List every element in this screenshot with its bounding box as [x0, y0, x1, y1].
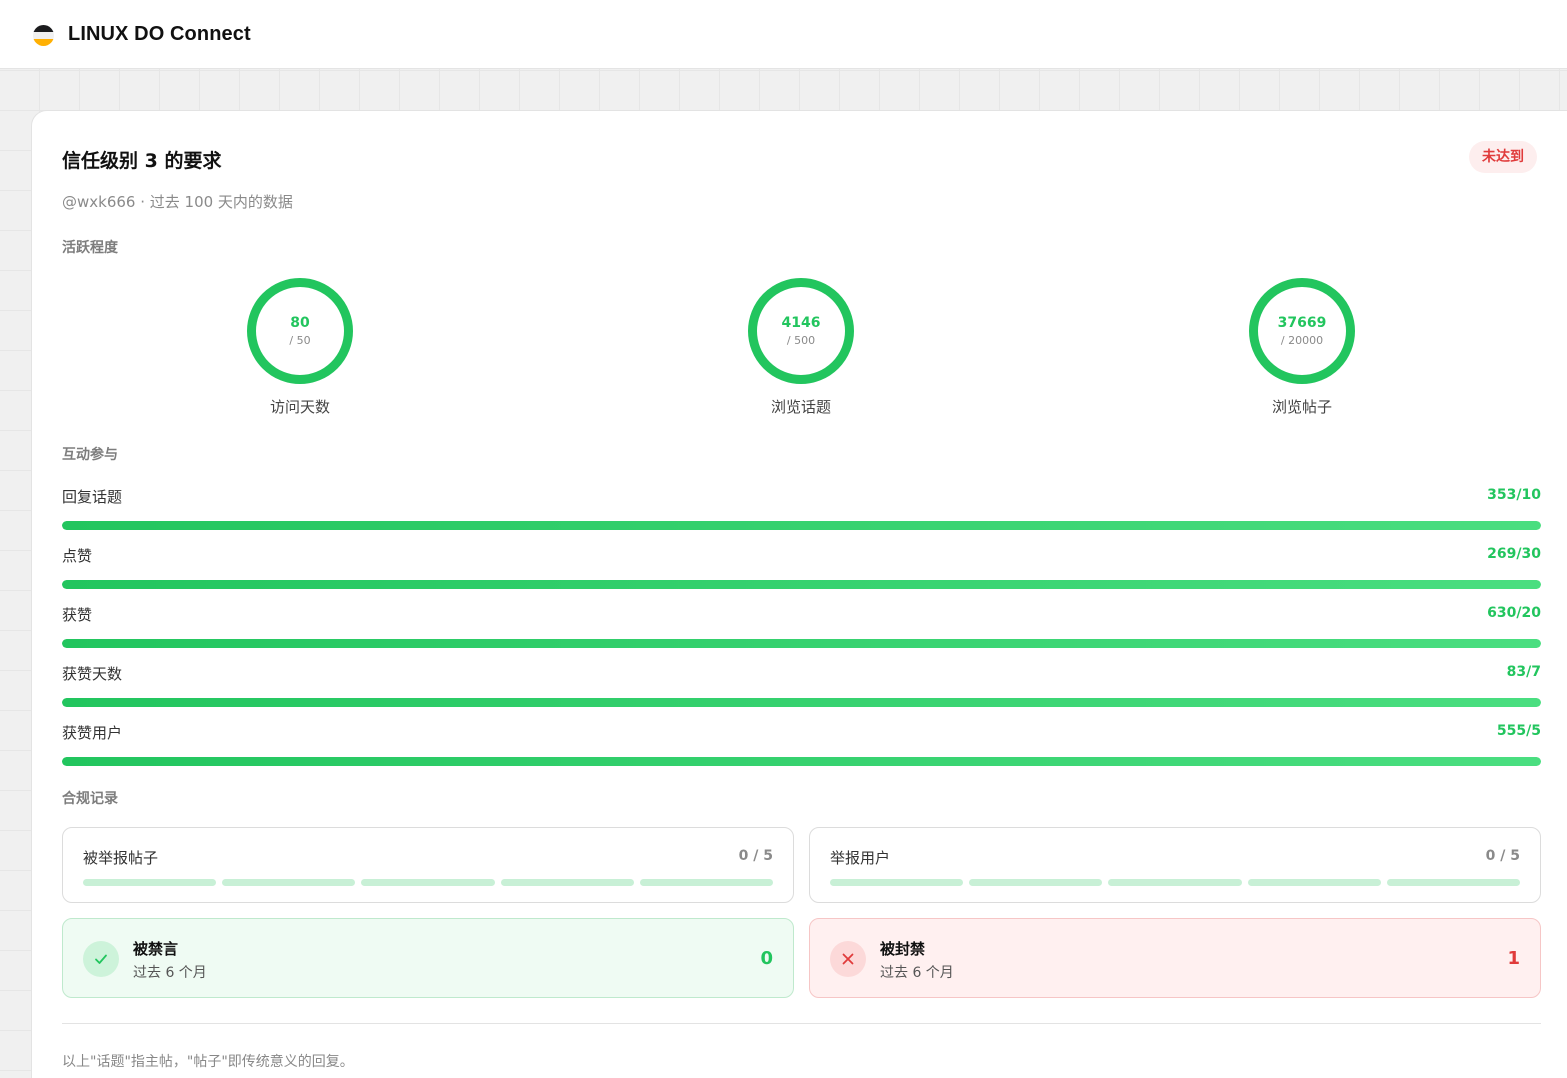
linux-do-logo-icon[interactable]: [33, 25, 54, 46]
progress-ring: 37669 / 20000: [1249, 278, 1355, 384]
ring-label: 浏览帖子: [1271, 398, 1332, 416]
top-bar: LINUX DO Connect: [0, 0, 1567, 69]
reported-users-value: 0 / 5: [1485, 848, 1520, 864]
progress-track: [62, 757, 1541, 766]
progress-fill: [62, 757, 1541, 766]
ring-value: 37669: [1277, 315, 1327, 331]
section-label-interaction: 互动参与: [62, 447, 118, 463]
segment-meter: [83, 879, 774, 886]
bar-label: 获赞天数: [62, 665, 123, 683]
ring-value: 4146: [781, 315, 821, 331]
reported-users-label: 举报用户: [830, 849, 891, 867]
bar-liked-days: 获赞天数 83/7: [62, 663, 1541, 708]
reported-posts-value: 0 / 5: [738, 848, 773, 864]
bar-label: 点赞: [62, 547, 93, 565]
progress-ring: 80 / 50: [247, 278, 353, 384]
bar-value: 353/10: [1487, 487, 1541, 503]
divider: [62, 1023, 1541, 1024]
ring-target: / 500: [786, 334, 816, 347]
suspended-box: 被封禁 过去 6 个月 1: [809, 918, 1541, 998]
bar-value: 83/7: [1506, 664, 1541, 680]
ring-label: 访问天数: [269, 398, 330, 416]
progress-fill: [62, 521, 1541, 530]
progress-fill: [62, 580, 1541, 589]
progress-track: [62, 698, 1541, 707]
progress-fill: [62, 698, 1541, 707]
suspended-label: 被封禁: [880, 940, 926, 958]
progress-fill: [62, 639, 1541, 648]
progress-ring: 4146 / 500: [748, 278, 854, 384]
bar-label: 获赞: [62, 606, 93, 624]
bar-replies: 回复话题 353/10: [62, 486, 1541, 531]
bar-likes-given: 点赞 269/30: [62, 545, 1541, 590]
ring-value: 80: [290, 315, 310, 331]
ring-topics-viewed: 4146 / 500 浏览话题: [741, 278, 861, 417]
reported-posts-label: 被举报帖子: [83, 849, 159, 867]
bar-label: 获赞用户: [62, 724, 123, 742]
progress-track: [62, 521, 1541, 530]
suspended-count: 1: [1507, 948, 1520, 969]
bar-liked-users: 获赞用户 555/5: [62, 722, 1541, 767]
silenced-period: 过去 6 个月: [133, 965, 207, 981]
suspended-period: 过去 6 个月: [880, 965, 954, 981]
silenced-box: 被禁言 过去 6 个月 0: [62, 918, 794, 998]
bar-likes-received: 获赞 630/20: [62, 604, 1541, 649]
ring-target: / 20000: [1280, 334, 1324, 347]
reported-users-box: 举报用户 0 / 5: [809, 827, 1541, 903]
bar-label: 回复话题: [62, 488, 123, 506]
status-badge: 未达到: [1469, 141, 1537, 173]
ring-label: 浏览话题: [770, 398, 831, 416]
ring-visit-days: 80 / 50 访问天数: [240, 278, 360, 417]
bar-value: 269/30: [1487, 546, 1541, 562]
card-subtitle: @wxk666 · 过去 100 天内的数据: [62, 193, 293, 211]
page-title: 信任级别 3 的要求: [62, 150, 222, 172]
silenced-label: 被禁言: [133, 940, 179, 958]
brand-name[interactable]: LINUX DO Connect: [68, 23, 251, 46]
progress-track: [62, 580, 1541, 589]
ring-posts-read: 37669 / 20000 浏览帖子: [1242, 278, 1362, 417]
ring-target: / 50: [289, 334, 311, 347]
section-label-compliance: 合规记录: [62, 791, 118, 807]
close-icon: [830, 941, 866, 977]
silenced-count: 0: [760, 948, 773, 969]
footnote: 以上"话题"指主帖，"帖子"即传统意义的回复。: [62, 1054, 354, 1070]
section-label-activity: 活跃程度: [62, 240, 118, 256]
bar-value: 630/20: [1487, 605, 1541, 621]
reported-posts-box: 被举报帖子 0 / 5: [62, 827, 794, 903]
bar-value: 555/5: [1496, 723, 1541, 739]
check-icon: [83, 941, 119, 977]
progress-track: [62, 639, 1541, 648]
trust-level-card: 信任级别 3 的要求 未达到 @wxk666 · 过去 100 天内的数据 活跃…: [31, 110, 1567, 1078]
segment-meter: [830, 879, 1521, 886]
